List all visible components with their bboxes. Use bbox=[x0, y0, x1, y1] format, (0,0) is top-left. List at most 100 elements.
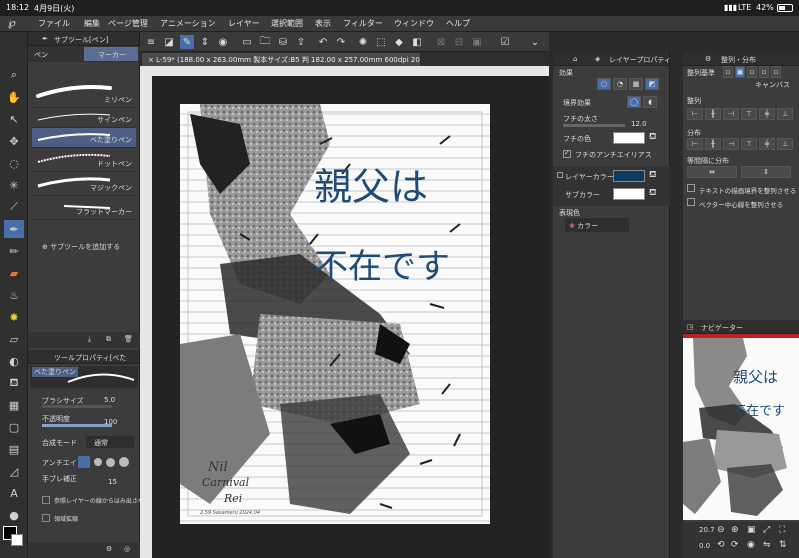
deselect-icon[interactable]: ⊠ bbox=[434, 35, 448, 49]
align-right-icon[interactable]: ⊣ bbox=[723, 108, 739, 120]
actual-size-icon[interactable]: ⤢ bbox=[763, 525, 770, 535]
magic-wand-icon[interactable]: ✳ bbox=[4, 176, 24, 194]
menu-help[interactable]: ヘルプ bbox=[446, 18, 470, 29]
distribute-icon[interactable]: ⊥ bbox=[777, 138, 793, 150]
align-center-icon[interactable]: ╫ bbox=[705, 108, 721, 120]
blend-mode-select[interactable]: 通常 bbox=[86, 436, 134, 448]
border-width-slider[interactable] bbox=[563, 124, 625, 127]
airbrush-icon[interactable]: ♨ bbox=[4, 286, 24, 304]
settings-icon[interactable]: ◎ bbox=[124, 545, 130, 553]
fill-bucket-icon[interactable]: ⛾ bbox=[649, 170, 656, 181]
figure-tool-icon[interactable]: ▢ bbox=[4, 418, 24, 436]
equal-vertical-icon[interactable]: ⇕ bbox=[741, 166, 791, 178]
trash-icon[interactable]: 🗑 bbox=[124, 335, 133, 343]
transform-icon[interactable]: ⬚ bbox=[374, 35, 388, 49]
reset-rotation-icon[interactable]: ◉ bbox=[747, 540, 755, 550]
antialias-option-4[interactable] bbox=[119, 457, 129, 467]
operation-tool-icon[interactable]: ↖ bbox=[4, 110, 24, 128]
antialias-option-2[interactable] bbox=[94, 458, 102, 466]
fit-icon[interactable]: ▣ bbox=[747, 525, 756, 535]
record-icon[interactable]: ◉ bbox=[216, 35, 230, 49]
border-effect-icon[interactable]: ○ bbox=[597, 78, 611, 90]
zoom-out-icon[interactable]: ⊖ bbox=[717, 525, 725, 535]
vector-align-checkbox[interactable] bbox=[687, 198, 695, 206]
gear-icon[interactable]: ⚙ bbox=[705, 55, 711, 63]
zoom-tool-icon[interactable]: ⌕ bbox=[4, 66, 24, 84]
add-subtool-button[interactable]: ⊕ サブツールを追加する bbox=[42, 242, 120, 252]
reference-row[interactable]: 参照レイヤーの線からはみ出さない bbox=[32, 496, 150, 510]
rotate-left-icon[interactable]: ⟲ bbox=[717, 540, 725, 550]
border-icon[interactable]: ▣ bbox=[470, 35, 484, 49]
stabilization-row[interactable]: 手ブレ補正 15 bbox=[32, 474, 136, 488]
eyedropper-icon[interactable]: ⟋ bbox=[4, 198, 24, 216]
menu-animation[interactable]: アニメーション bbox=[160, 18, 216, 29]
distribute-icon[interactable]: ╫ bbox=[705, 138, 721, 150]
align-base-option[interactable]: ▫ bbox=[747, 66, 757, 78]
aa-checkbox[interactable]: ✓ bbox=[563, 149, 571, 158]
antialias-option-1[interactable] bbox=[78, 456, 90, 468]
align-base-option[interactable]: ▣ bbox=[735, 66, 745, 78]
document-tab[interactable]: × L-59* (188.00 x 263.00mm 製本サイズ:B5 判 18… bbox=[142, 53, 420, 66]
save-icon[interactable]: ⛁ bbox=[276, 35, 290, 49]
stabilization-value[interactable]: 15 bbox=[108, 478, 117, 486]
fill-tool-icon[interactable]: ⛾ bbox=[4, 374, 24, 392]
region-row[interactable]: 領域拡縮 bbox=[32, 514, 136, 528]
align-base-option[interactable]: ▫ bbox=[759, 66, 769, 78]
tone-icon[interactable]: ◔ bbox=[613, 78, 627, 90]
menu-filter[interactable]: フィルター bbox=[343, 18, 383, 29]
align-top-icon[interactable]: ⊤ bbox=[741, 108, 757, 120]
eraser-icon[interactable]: ▱ bbox=[4, 330, 24, 348]
pattern-icon[interactable]: ▩ bbox=[629, 78, 643, 90]
brush-size-value[interactable]: 5.0 bbox=[104, 396, 115, 404]
lasso-tool-icon[interactable]: ◌ bbox=[4, 154, 24, 172]
region-checkbox[interactable] bbox=[42, 514, 50, 522]
border-edge-icon[interactable]: ◯ bbox=[627, 96, 641, 108]
blend-mode-row[interactable]: 合成モード 通常 bbox=[32, 436, 136, 450]
open-folder-icon[interactable]: 🗀 bbox=[258, 35, 272, 49]
duplicate-icon[interactable]: ⧉ bbox=[106, 335, 111, 344]
pen-tool-icon[interactable]: ✒ bbox=[4, 220, 24, 238]
border-water-icon[interactable]: ◖ bbox=[643, 96, 657, 108]
flip-horizontal-icon[interactable]: ⇋ bbox=[763, 540, 771, 550]
brush-size-row[interactable]: ブラシサイズ 5.0 bbox=[32, 396, 136, 410]
fill-icon[interactable]: ◆ bbox=[392, 35, 406, 49]
brush-size-slider[interactable] bbox=[42, 405, 112, 408]
tab-pen[interactable]: ペン bbox=[34, 50, 48, 60]
menu-selection[interactable]: 選択範囲 bbox=[271, 18, 303, 29]
close-icon[interactable]: × bbox=[148, 56, 156, 64]
sub-color-swatch[interactable] bbox=[11, 534, 23, 546]
antialias-option-3[interactable] bbox=[106, 458, 115, 467]
antialias-row[interactable]: アンチエイ bbox=[32, 456, 136, 470]
fill-bucket-icon[interactable]: ⛾ bbox=[649, 132, 656, 143]
align-base-option[interactable]: ▫ bbox=[723, 66, 733, 78]
border-width-value[interactable]: 12.0 bbox=[631, 120, 647, 128]
equal-horizontal-icon[interactable]: ⇹ bbox=[687, 166, 737, 178]
sub-color-swatch-layer[interactable] bbox=[613, 188, 645, 200]
frame-tool-icon[interactable]: ▤ bbox=[4, 440, 24, 458]
check-icon[interactable]: ☑ bbox=[498, 35, 512, 49]
export-icon[interactable]: ⇪ bbox=[294, 35, 308, 49]
menu-edit[interactable]: 編集 bbox=[84, 18, 100, 29]
reference-checkbox[interactable] bbox=[42, 496, 50, 504]
brush-item[interactable]: フラットマーカー bbox=[32, 196, 136, 220]
brush-item-selected[interactable]: べた塗りペン bbox=[32, 128, 136, 148]
undo-icon[interactable]: ↶ bbox=[316, 35, 330, 49]
align-left-icon[interactable]: ⊢ bbox=[687, 108, 703, 120]
chevron-down-icon[interactable]: ⌄ bbox=[528, 35, 542, 49]
invert-selection-icon[interactable]: ⊟ bbox=[452, 35, 466, 49]
invert-icon[interactable]: ◧ bbox=[410, 35, 424, 49]
wrench-icon[interactable]: ⚙ bbox=[106, 545, 112, 553]
flip-icon[interactable]: ◪ bbox=[162, 35, 176, 49]
canvas-page[interactable]: 親父は 不在です Nil Carnival Rei 2.59 Sasameru … bbox=[180, 104, 490, 524]
text-tool-icon[interactable]: A bbox=[4, 484, 24, 502]
navigator-thumbnail[interactable]: 親父は 不在です bbox=[683, 338, 799, 520]
tab-marker[interactable]: マーカー bbox=[84, 47, 138, 61]
layer-color-icon[interactable]: ◩ bbox=[645, 78, 659, 90]
expression-color-select[interactable]: ❀ カラー bbox=[565, 218, 629, 232]
layer-color-toggle[interactable] bbox=[557, 172, 563, 178]
snap-icon[interactable]: ⇕ bbox=[198, 35, 212, 49]
menu-file[interactable]: ファイル bbox=[38, 18, 70, 29]
home-icon[interactable]: ⌂ bbox=[573, 55, 577, 63]
menu-layer[interactable]: レイヤー bbox=[228, 18, 260, 29]
ruler-tool-icon[interactable]: ◿ bbox=[4, 462, 24, 480]
